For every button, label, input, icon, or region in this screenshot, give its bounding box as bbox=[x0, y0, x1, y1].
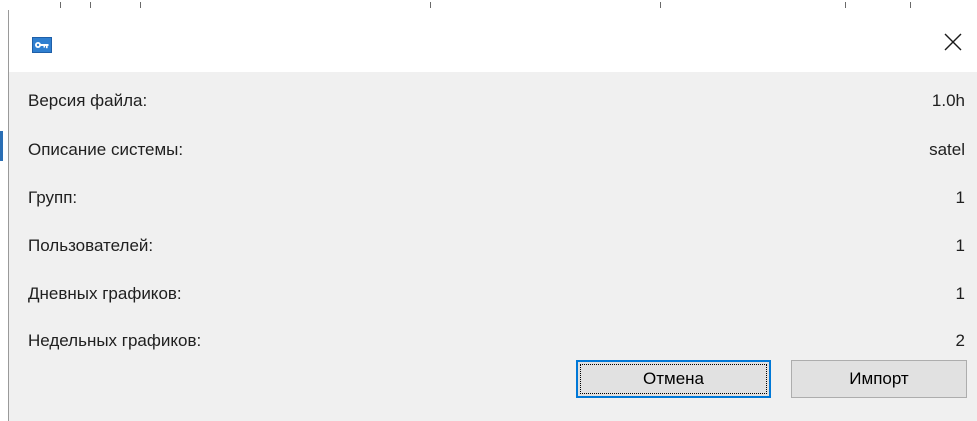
close-button[interactable] bbox=[933, 24, 973, 64]
info-row-file-version: Версия файла: 1.0h bbox=[9, 82, 977, 120]
screen: Версия файла: 1.0h Описание системы: sat… bbox=[0, 0, 977, 421]
import-button-label: Импорт bbox=[849, 369, 909, 388]
import-button[interactable]: Импорт bbox=[791, 360, 967, 398]
info-value: 1 bbox=[955, 236, 965, 255]
cancel-button[interactable]: Отмена bbox=[576, 360, 771, 398]
title-bar[interactable] bbox=[9, 10, 977, 72]
info-value: 1.0h bbox=[931, 91, 965, 110]
info-label: Дневных графиков: bbox=[28, 284, 182, 303]
info-label: Пользователей: bbox=[28, 236, 154, 255]
info-value: 1 bbox=[955, 188, 965, 207]
close-icon bbox=[943, 32, 963, 57]
import-dialog: Версия файла: 1.0h Описание системы: sat… bbox=[8, 10, 977, 421]
info-row-system-description: Описание системы: satel bbox=[9, 131, 977, 169]
info-row-groups: Групп: 1 bbox=[9, 179, 977, 217]
background-window-edge bbox=[0, 0, 977, 10]
info-label: Версия файла: bbox=[28, 91, 148, 110]
info-row-daily-schedules: Дневных графиков: 1 bbox=[9, 275, 977, 313]
info-value: 2 bbox=[955, 331, 965, 350]
info-value: satel bbox=[929, 140, 965, 159]
key-icon bbox=[32, 37, 52, 53]
info-row-weekly-schedules: Недельных графиков: 2 bbox=[9, 322, 977, 360]
info-label: Групп: bbox=[28, 188, 78, 207]
focus-indicator bbox=[580, 364, 767, 394]
info-value: 1 bbox=[955, 284, 965, 303]
info-label: Недельных графиков: bbox=[28, 331, 202, 350]
background-window-accent bbox=[0, 131, 3, 161]
info-row-users: Пользователей: 1 bbox=[9, 227, 977, 265]
info-label: Описание системы: bbox=[28, 140, 184, 159]
